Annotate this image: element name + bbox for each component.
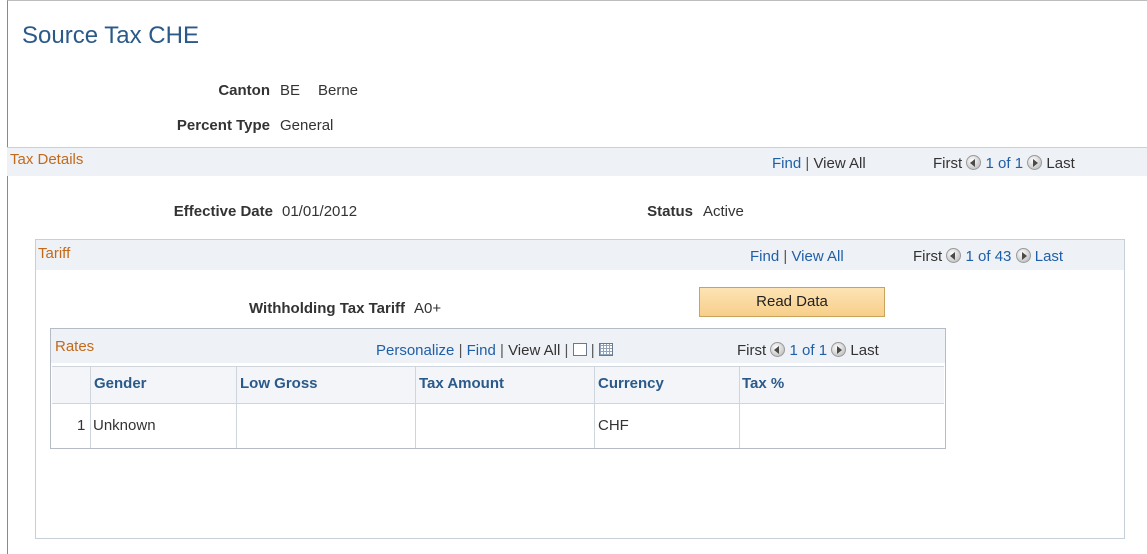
tax-details-pager: First 1 of 1 Last [933, 155, 1075, 172]
spreadsheet-icon[interactable] [598, 343, 613, 356]
percent-type-label: Percent Type [176, 117, 270, 134]
tariff-pager: First 1 of 43 Last [913, 248, 1063, 265]
personalize-link[interactable]: Personalize [376, 342, 454, 359]
canton-name: Berne [318, 82, 359, 99]
previous-icon [946, 248, 962, 263]
table-row: 1 Unknown CHF [52, 404, 944, 447]
tax-details-title: Tax Details [10, 151, 84, 168]
tariff-nav: Find | View All [750, 248, 844, 265]
cell-gender: Unknown [93, 417, 156, 434]
rates-view-all: View All [508, 342, 561, 359]
next-icon [1027, 155, 1043, 170]
tax-details-last: Last [1046, 155, 1075, 172]
previous-icon [966, 155, 982, 170]
status-value: Active [703, 203, 744, 220]
canton-code: BE [280, 82, 301, 99]
tariff-first: First [913, 248, 943, 265]
rates-find-link[interactable]: Find [467, 342, 496, 359]
rates-last: Last [850, 342, 879, 359]
effective-date-label: Effective Date [173, 203, 273, 220]
read-data-button[interactable]: Read Data [699, 287, 885, 317]
rates-count: 1 of 1 [789, 342, 828, 359]
column-header-gender[interactable]: Gender [94, 375, 147, 392]
withholding-tax-tariff-label: Withholding Tax Tariff [249, 300, 405, 317]
cell-currency: CHF [598, 417, 629, 434]
column-header-tax-pct[interactable]: Tax % [742, 375, 784, 392]
next-icon [831, 342, 847, 357]
tax-details-nav: Find | View All [772, 155, 866, 172]
next-icon[interactable] [1015, 248, 1031, 263]
tax-details-first: First [933, 155, 963, 172]
tax-details-find-link[interactable]: Find [772, 155, 801, 172]
previous-icon [770, 342, 786, 357]
separator: | [564, 342, 569, 359]
tariff-find-link[interactable]: Find [750, 248, 779, 265]
separator: | [805, 155, 810, 172]
row-number: 1 [77, 417, 86, 434]
effective-date-value: 01/01/2012 [282, 203, 358, 220]
canton-label: Canton [218, 82, 270, 99]
rates-title: Rates [55, 338, 95, 355]
tax-details-count: 1 of 1 [985, 155, 1024, 172]
page-title: Source Tax CHE [22, 22, 199, 49]
column-header-low-gross[interactable]: Low Gross [240, 375, 318, 392]
tariff-count: 1 of 43 [965, 248, 1012, 265]
separator: | [783, 248, 788, 265]
tariff-view-all-link[interactable]: View All [791, 248, 843, 265]
status-label: Status [647, 203, 693, 220]
tax-details-view-all: View All [813, 155, 866, 172]
separator: | [500, 342, 504, 359]
separator: | [590, 342, 595, 359]
rates-toolbar: Personalize | Find | View All | | [376, 342, 613, 359]
withholding-tax-tariff-value: A0+ [414, 300, 442, 317]
column-header-currency[interactable]: Currency [598, 375, 664, 392]
new-window-icon[interactable] [572, 343, 587, 356]
separator: | [458, 342, 463, 359]
column-header-tax-amount[interactable]: Tax Amount [419, 375, 504, 392]
tariff-title: Tariff [38, 245, 71, 262]
percent-type-value: General [280, 117, 334, 134]
rates-first: First [737, 342, 767, 359]
tariff-last-link[interactable]: Last [1035, 248, 1063, 265]
rates-pager: First 1 of 1 Last [737, 342, 879, 359]
